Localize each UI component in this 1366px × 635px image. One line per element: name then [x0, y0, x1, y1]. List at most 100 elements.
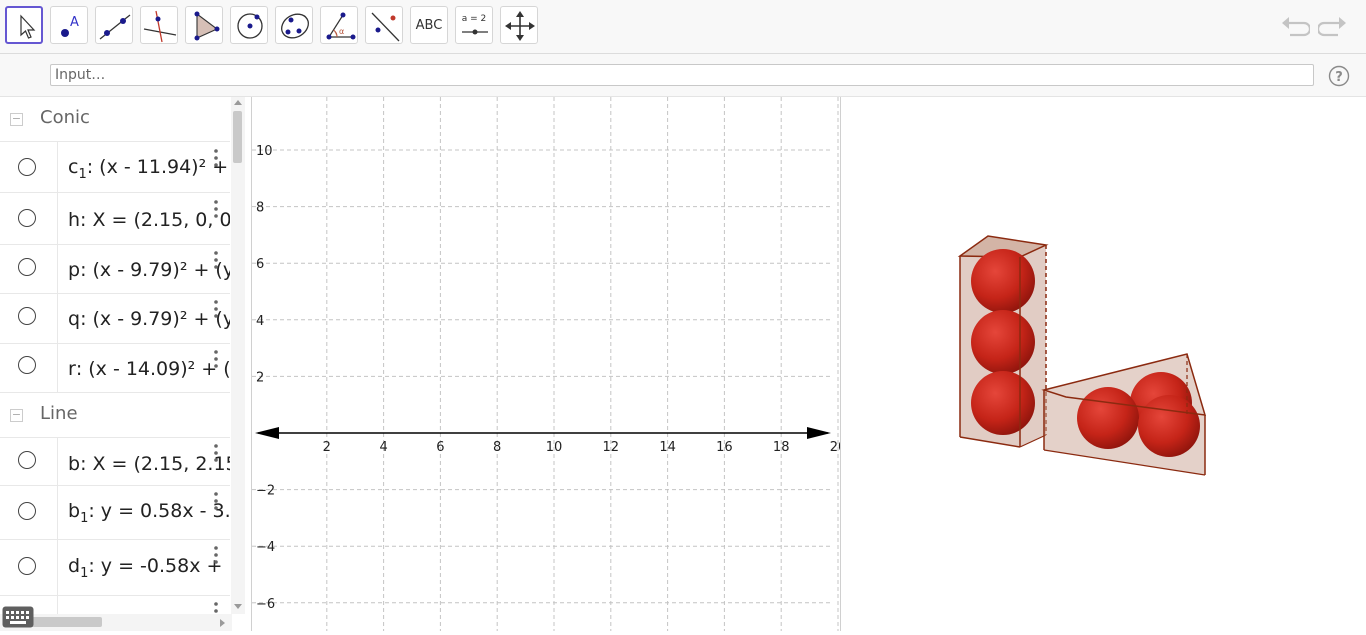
- algebra-expression[interactable]: d1: y = -0.58x + 13.8: [68, 555, 230, 581]
- input-bar: [0, 54, 1366, 97]
- y-tick-label: −6: [256, 597, 275, 612]
- more-options-icon[interactable]: [213, 545, 219, 565]
- algebra-row[interactable]: c1: (x - 11.94)² + (y - 6.2)² + (z - 1.2…: [0, 142, 230, 193]
- x-tick-label: 18: [773, 440, 790, 455]
- algebra-expression[interactable]: c1: (x - 11.94)² + (y - 6.2)² + (z - 1.2…: [68, 156, 230, 182]
- algebra-row[interactable]: h: X = (2.15, 0, 0) + λ (0, 0, 1): [0, 193, 230, 245]
- x-tick-label: 10: [546, 440, 563, 455]
- more-options-icon[interactable]: [213, 250, 219, 270]
- algebra-expression[interactable]: b1: y = 0.58x - 3.79: [68, 500, 230, 526]
- y-tick-label: 6: [256, 257, 264, 272]
- sphere[interactable]: [971, 249, 1035, 313]
- algebra-vertical-scrollbar[interactable]: [231, 97, 245, 614]
- ellipse-tool-button[interactable]: [275, 6, 313, 44]
- toolbar: A α ABC a = 2: [0, 0, 1366, 54]
- point-icon: A: [61, 15, 79, 37]
- group-title: Line: [40, 403, 78, 424]
- text-tool-label: ABC: [415, 17, 443, 33]
- line-tool-button[interactable]: [95, 6, 133, 44]
- horizontal-scroll-thumb[interactable]: [30, 617, 102, 627]
- visibility-toggle[interactable]: [18, 258, 36, 276]
- graphics-view-2d[interactable]: 2 4 6 8 10 12 14 16 18 20 10 8 6 4 2 −2 −4 −6: [252, 97, 840, 631]
- slider-tool-button[interactable]: a = 2: [455, 6, 493, 44]
- algebra-row[interactable]: q: (x - 9.79)² + (y - 2.5)² + (z - 3.84)…: [0, 294, 230, 344]
- more-options-icon[interactable]: [213, 349, 219, 369]
- move-graphics-view-tool-button[interactable]: [500, 6, 538, 44]
- text-tool-button[interactable]: ABC: [410, 6, 448, 44]
- circle-icon: [237, 13, 263, 39]
- reflect-tool-button[interactable]: [365, 6, 403, 44]
- cursor-arrow-icon: [20, 14, 36, 39]
- algebra-row[interactable]: b: X = (2.15, 2.15, 0) + λ (0, 0, 1): [0, 438, 230, 486]
- sphere[interactable]: [971, 371, 1035, 435]
- polygon-icon: [194, 11, 220, 41]
- algebra-view: − Conic c1: (x - 11.94)² + (y - 6.2)² + …: [0, 97, 232, 631]
- grid: [252, 97, 839, 631]
- visibility-toggle[interactable]: [18, 356, 36, 374]
- circle-tool-button[interactable]: [230, 6, 268, 44]
- keyboard-icon[interactable]: [2, 606, 34, 628]
- algebra-expression[interactable]: b: X = (2.15, 2.15, 0) + λ (0, 0, 1): [68, 453, 230, 479]
- y-tick-label: −4: [256, 540, 275, 555]
- algebra-row[interactable]: r: (x - 14.09)² + (y - 2.5)² + (z - 1.28…: [0, 344, 230, 393]
- y-tick-label: 8: [256, 201, 264, 216]
- more-options-icon[interactable]: [213, 491, 219, 511]
- more-options-icon[interactable]: [213, 443, 219, 463]
- algebra-row[interactable]: d1: y = -0.58x + 13.8: [0, 540, 230, 596]
- point-tool-button[interactable]: A: [50, 6, 88, 44]
- algebra-expression[interactable]: r: (x - 14.09)² + (y - 2.5)² + (z - 1.28…: [68, 358, 230, 384]
- visibility-toggle[interactable]: [18, 209, 36, 227]
- collapse-icon[interactable]: −: [10, 113, 23, 126]
- redo-icon[interactable]: [1318, 13, 1348, 39]
- y-tick-label: −2: [256, 484, 275, 499]
- collapse-icon[interactable]: −: [10, 409, 23, 422]
- group-title: Conic: [40, 107, 90, 128]
- more-options-icon[interactable]: [213, 299, 219, 319]
- algebra-expression[interactable]: q: (x - 9.79)² + (y - 2.5)² + (z - 3.84)…: [68, 308, 230, 334]
- polygon-tool-button[interactable]: [185, 6, 223, 44]
- visibility-toggle[interactable]: [18, 451, 36, 469]
- x-tick-label: 14: [659, 440, 676, 455]
- more-options-icon[interactable]: [213, 199, 219, 219]
- perpendicular-line-tool-button[interactable]: [140, 6, 178, 44]
- undo-icon[interactable]: [1280, 13, 1310, 39]
- sphere[interactable]: [1077, 387, 1139, 449]
- visibility-toggle[interactable]: [18, 158, 36, 176]
- x-axis: [255, 427, 831, 439]
- y-tick-label: 10: [256, 144, 273, 159]
- angle-tool-button[interactable]: α: [320, 6, 358, 44]
- algebra-row[interactable]: p: (x - 9.79)² + (y - 2.5)² + (z - 1.28)…: [0, 245, 230, 294]
- move-tool-button[interactable]: [5, 6, 43, 44]
- group-header-line[interactable]: − Line: [0, 393, 230, 438]
- x-tick-label: 16: [716, 440, 733, 455]
- move-arrows-icon: [505, 11, 535, 41]
- x-tick-label: 2: [323, 440, 331, 455]
- algebra-expression[interactable]: h: X = (2.15, 0, 0) + λ (0, 0, 1): [68, 209, 230, 235]
- algebra-expression[interactable]: p: (x - 9.79)² + (y - 2.5)² + (z - 1.28)…: [68, 259, 230, 285]
- visibility-toggle[interactable]: [18, 502, 36, 520]
- x-tick-label: 8: [493, 440, 501, 455]
- graphics-view-3d[interactable]: [841, 97, 1366, 631]
- algebra-row[interactable]: b1: y = 0.58x - 3.79: [0, 486, 230, 540]
- help-icon[interactable]: ?: [1328, 65, 1350, 87]
- algebra-input-field[interactable]: [50, 64, 1314, 86]
- sphere[interactable]: [1138, 395, 1200, 457]
- vertical-prism[interactable]: [957, 235, 1049, 448]
- vertical-scroll-thumb[interactable]: [233, 111, 242, 163]
- x-tick-label: 4: [379, 440, 387, 455]
- sphere[interactable]: [971, 310, 1035, 374]
- x-tick-label: 6: [436, 440, 444, 455]
- y-tick-label: 4: [256, 314, 264, 329]
- svg-text:α: α: [339, 27, 344, 36]
- group-header-conic[interactable]: − Conic: [0, 97, 230, 142]
- perpendicular-line-icon: [143, 10, 177, 43]
- reflect-about-line-icon: [371, 12, 400, 42]
- svg-text:A: A: [70, 15, 79, 30]
- ellipse-icon: [281, 13, 309, 39]
- more-options-icon[interactable]: [213, 148, 219, 168]
- line-icon: [99, 14, 131, 40]
- slider-icon: [462, 29, 488, 35]
- triangular-prism[interactable]: [1041, 353, 1207, 476]
- visibility-toggle[interactable]: [18, 307, 36, 325]
- visibility-toggle[interactable]: [18, 557, 36, 575]
